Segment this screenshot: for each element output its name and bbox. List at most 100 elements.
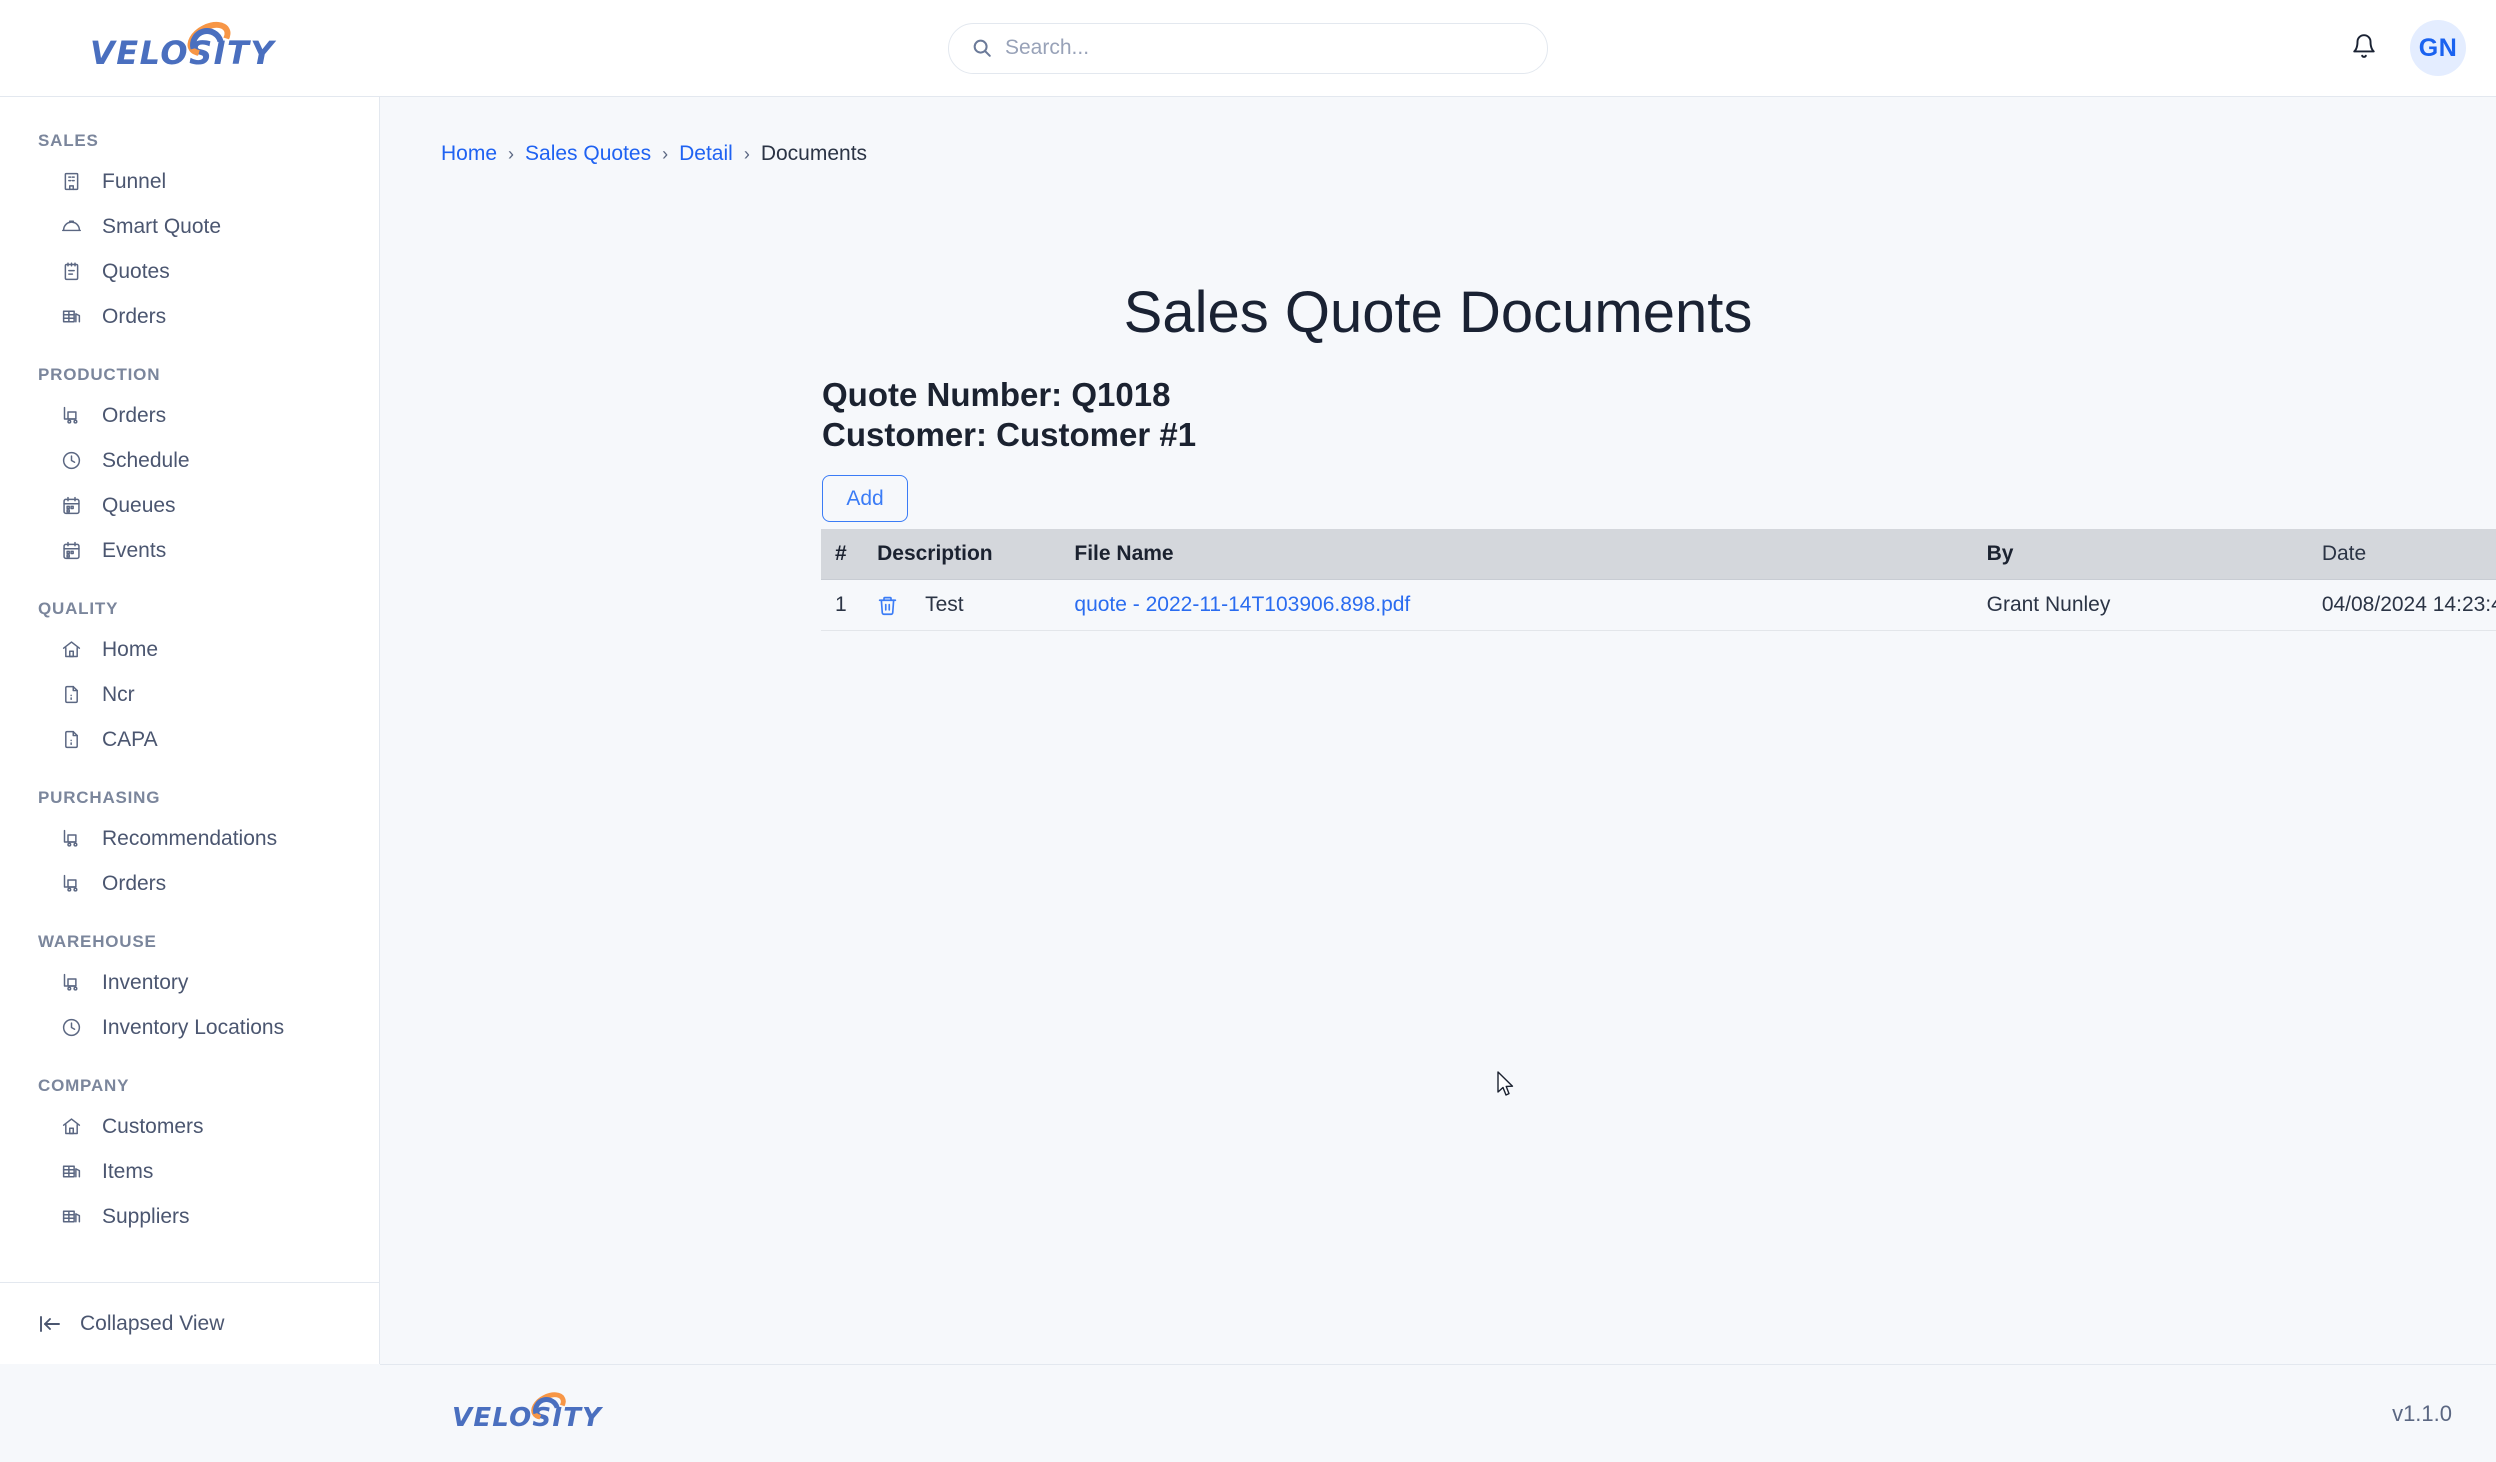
page-title: Sales Quote Documents bbox=[1123, 280, 1753, 345]
collapse-view-button[interactable]: Collapsed View bbox=[0, 1282, 379, 1364]
sidebar-item-label: Schedule bbox=[102, 449, 190, 472]
column-header-file-name[interactable]: File Name bbox=[1060, 529, 1973, 580]
sidebar-item-label: Queues bbox=[102, 494, 176, 517]
cell-by: Grant Nunley bbox=[1972, 579, 2308, 631]
sidebar-item-schedule[interactable]: Schedule bbox=[0, 438, 379, 483]
sidebar-item-label: Suppliers bbox=[102, 1205, 190, 1228]
column-header-description[interactable]: Description bbox=[863, 529, 1061, 580]
breadcrumb-separator-icon: › bbox=[662, 143, 669, 164]
clock-icon bbox=[60, 1017, 82, 1039]
sidebar-item-label: CAPA bbox=[102, 728, 158, 751]
customer-line: Customer: Customer #1 bbox=[822, 416, 1197, 454]
main-content: Home › Sales Quotes › Detail › Documents Sales… bbox=[380, 97, 2496, 1364]
app-logo[interactable]: VELOSITY bbox=[0, 0, 380, 97]
notifications-button[interactable] bbox=[2344, 28, 2384, 68]
footer-logo-wordmark: VELOSITY bbox=[452, 1402, 603, 1433]
warehouse-icon bbox=[60, 1206, 82, 1228]
breadcrumb-item-documents: Documents bbox=[760, 142, 868, 165]
clock-icon bbox=[60, 450, 82, 472]
sidebar-item-funnel[interactable]: Funnel bbox=[0, 159, 379, 204]
building-icon bbox=[60, 171, 82, 193]
sidebar-item-ncr[interactable]: Ncr bbox=[0, 672, 379, 717]
cell-number: 1 bbox=[821, 579, 864, 631]
sidebar-item-inventory-locations[interactable]: Inventory Locations bbox=[0, 1005, 379, 1050]
file-info-icon bbox=[60, 684, 82, 706]
trolley-icon bbox=[60, 972, 82, 994]
sidebar-item-label: Funnel bbox=[102, 170, 167, 193]
sidebar-section-label-quality: QUALITY bbox=[38, 599, 119, 618]
table-header-row: # Description File Name By Date bbox=[821, 529, 2496, 580]
sidebar-section-label-company: COMPANY bbox=[38, 1076, 130, 1095]
sidebar-item-label: Items bbox=[102, 1160, 154, 1183]
sidebar-item-items[interactable]: Items bbox=[0, 1149, 379, 1194]
sidebar-item-label: Orders bbox=[102, 872, 167, 895]
sidebar-item-label: Ncr bbox=[102, 683, 135, 706]
documents-table: # Description File Name By Date 1 Test q… bbox=[821, 529, 2496, 631]
calendar-icon bbox=[60, 495, 82, 517]
sidebar: SALES Funnel Smart Quote Quotes Orders PRODUC… bbox=[0, 97, 380, 1364]
sidebar-item-customers[interactable]: Customers bbox=[0, 1104, 379, 1149]
sidebar-item-label: Events bbox=[102, 539, 167, 562]
warehouse-icon bbox=[60, 1161, 82, 1183]
sidebar-item-label: Inventory Locations bbox=[102, 1016, 285, 1039]
breadcrumb-separator-icon: › bbox=[743, 143, 750, 164]
add-button[interactable]: Add bbox=[822, 475, 908, 522]
sidebar-item-smart-quote[interactable]: Smart Quote bbox=[0, 204, 379, 249]
sidebar-item-recommendations[interactable]: Recommendations bbox=[0, 816, 379, 861]
sidebar-item-label: Orders bbox=[102, 305, 167, 328]
velosity-logo-mark: VELOSITY bbox=[90, 14, 290, 74]
description-text: Test bbox=[925, 593, 964, 616]
column-header-by[interactable]: By bbox=[1972, 529, 2308, 580]
sidebar-item-suppliers[interactable]: Suppliers bbox=[0, 1194, 379, 1239]
search-box[interactable] bbox=[948, 22, 1548, 74]
breadcrumb-item-detail[interactable]: Detail bbox=[679, 142, 733, 166]
sidebar-item-label: Home bbox=[102, 638, 159, 661]
breadcrumb-item-home[interactable]: Home bbox=[441, 142, 497, 166]
version-label: v1.1.0 bbox=[2392, 1400, 2452, 1426]
quote-summary: Quote Number: Q1018 Customer: Customer #… bbox=[822, 375, 1196, 456]
sidebar-item-orders[interactable]: Orders bbox=[0, 294, 379, 339]
sidebar-item-capa[interactable]: CAPA bbox=[0, 717, 379, 762]
breadcrumb-item-sales-quotes[interactable]: Sales Quotes bbox=[525, 142, 651, 166]
sidebar-section-label-sales: SALES bbox=[38, 131, 99, 150]
sidebar-item-events[interactable]: Events bbox=[0, 528, 379, 573]
collapse-view-label: Collapsed View bbox=[80, 1311, 225, 1335]
cell-description: Test bbox=[863, 579, 1061, 631]
sidebar-item-quotes[interactable]: Quotes bbox=[0, 249, 379, 294]
column-header-number[interactable]: # bbox=[821, 529, 864, 580]
trolley-icon bbox=[60, 873, 82, 895]
file-name-link[interactable]: quote - 2022-11-14T103906.898.pdf bbox=[1074, 593, 1410, 616]
sidebar-item-label: Orders bbox=[102, 404, 167, 427]
sidebar-section-label-warehouse: WAREHOUSE bbox=[38, 932, 157, 951]
warehouse-icon bbox=[60, 306, 82, 328]
sidebar-item-orders[interactable]: Orders bbox=[0, 393, 379, 438]
logo-wordmark: VELOSITY bbox=[90, 34, 276, 72]
trash-icon[interactable] bbox=[877, 595, 898, 616]
hardhat-icon bbox=[60, 216, 82, 238]
sidebar-item-label: Customers bbox=[102, 1115, 204, 1138]
search-input[interactable] bbox=[1005, 36, 1505, 60]
top-navigation-bar: VELOSITY GN bbox=[0, 0, 2496, 97]
trolley-icon bbox=[60, 828, 82, 850]
cell-date: 04/08/2024 14:23:43 bbox=[2307, 579, 2496, 631]
sidebar-item-home[interactable]: Home bbox=[0, 627, 379, 672]
breadcrumb: Home › Sales Quotes › Detail › Documents bbox=[380, 97, 2496, 166]
sidebar-item-orders[interactable]: Orders bbox=[0, 861, 379, 906]
house-icon bbox=[60, 639, 82, 661]
sidebar-item-queues[interactable]: Queues bbox=[0, 483, 379, 528]
sidebar-item-inventory[interactable]: Inventory bbox=[0, 960, 379, 1005]
sidebar-item-label: Recommendations bbox=[102, 827, 278, 850]
top-bar-actions: GN bbox=[2116, 0, 2496, 97]
file-info-icon bbox=[60, 729, 82, 751]
sidebar-section-label-production: PRODUCTION bbox=[38, 365, 161, 384]
trolley-icon bbox=[60, 405, 82, 427]
avatar[interactable]: GN bbox=[2410, 20, 2466, 76]
quote-number-line: Quote Number: Q1018 bbox=[822, 376, 1171, 413]
breadcrumb-separator-icon: › bbox=[508, 143, 515, 164]
column-header-date[interactable]: Date bbox=[2307, 529, 2496, 580]
sidebar-item-label: Smart Quote bbox=[102, 215, 222, 238]
sidebar-item-label: Inventory bbox=[102, 971, 189, 994]
table-header: # Description File Name By Date bbox=[821, 529, 2496, 580]
avatar-initials: GN bbox=[2418, 33, 2458, 62]
table-row[interactable]: 1 Test quote - 2022-11-14T103906.898.pdf… bbox=[821, 579, 2496, 631]
